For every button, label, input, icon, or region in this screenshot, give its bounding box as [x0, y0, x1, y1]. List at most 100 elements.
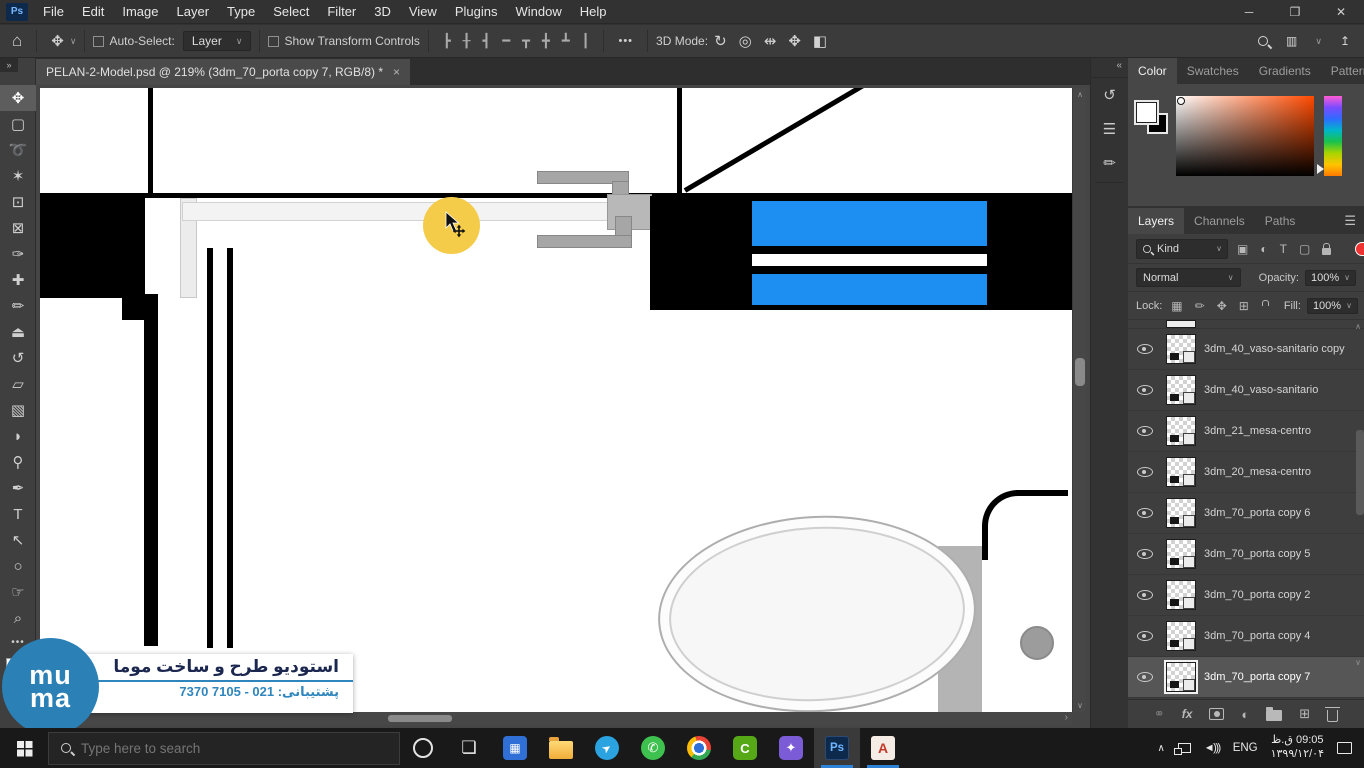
autocad-app-icon[interactable]: A [860, 728, 906, 768]
3d-mode-icon[interactable]: ↻ [708, 32, 733, 50]
scroll-up-icon[interactable]: ∧ [1355, 322, 1361, 331]
path-selection-tool[interactable]: ↖ [0, 527, 36, 553]
lock-option-icon[interactable]: ⊞ [1236, 299, 1252, 313]
blend-mode-dropdown[interactable]: Normal ∨ [1136, 268, 1241, 287]
hand-tool[interactable]: ☞ [0, 579, 36, 605]
layer-row[interactable]: 3dm_70_porta copy 4 [1128, 616, 1364, 657]
foreground-color-swatch[interactable] [1136, 102, 1157, 123]
menu-item[interactable]: Help [571, 0, 616, 24]
clock[interactable]: 09:05 ق.ظ ۱۳۹۹/۱۲/۰۴ [1271, 734, 1324, 762]
calculator-icon[interactable]: ▦ [492, 728, 538, 768]
restore-icon[interactable]: ❐ [1272, 0, 1318, 24]
lock-option-icon[interactable]: ✥ [1214, 299, 1230, 313]
volume-icon[interactable]: ◄))) [1204, 742, 1220, 754]
notification-center-icon[interactable] [1337, 742, 1352, 754]
panel-tab[interactable]: Color [1128, 58, 1177, 84]
search-input[interactable] [81, 741, 361, 756]
search-icon[interactable] [1258, 36, 1268, 46]
layer-row[interactable]: 3dm_70_porta copy 6 [1128, 493, 1364, 534]
scroll-down-icon[interactable]: ∨ [1355, 658, 1361, 667]
filter-lock-icon[interactable] [1322, 248, 1331, 255]
3d-mode-icon[interactable]: ⇹ [758, 32, 783, 50]
pen-tool[interactable]: ✒ [0, 475, 36, 501]
lock-option-icon[interactable]: ✏ [1192, 299, 1208, 313]
menu-item[interactable]: Layer [168, 0, 219, 24]
layer-thumbnail[interactable] [1166, 539, 1196, 569]
healing-brush-tool[interactable]: ✚ [0, 267, 36, 293]
panel-tab[interactable]: Gradients [1249, 58, 1321, 84]
network-icon[interactable] [1178, 743, 1191, 753]
whatsapp-icon[interactable]: ✆ [630, 728, 676, 768]
visibility-toggle[interactable] [1132, 426, 1158, 436]
align-icon[interactable]: ┫ [477, 33, 497, 49]
align-icon[interactable]: ━ [496, 33, 516, 49]
add-mask-icon[interactable] [1209, 708, 1224, 720]
vertical-scroll-thumb[interactable] [1075, 358, 1085, 386]
telegram-icon[interactable]: ➤ [584, 728, 630, 768]
align-icon[interactable]: ╋ [536, 33, 556, 49]
partial-layer-row[interactable]: ∧ [1128, 320, 1364, 329]
home-icon[interactable]: ⌂ [0, 31, 28, 51]
visibility-toggle[interactable] [1132, 508, 1158, 518]
align-icon[interactable]: ┳ [516, 33, 536, 49]
3d-mode-icon[interactable]: ◎ [733, 32, 758, 50]
frame-tool[interactable]: ⊠ [0, 215, 36, 241]
collapse-panels-icon[interactable]: « [1091, 58, 1128, 78]
layer-row[interactable]: 3dm_40_vaso-sanitario copy [1128, 329, 1364, 370]
visibility-toggle[interactable] [1132, 344, 1158, 354]
kind-filter-dropdown[interactable]: Kind ∨ [1136, 239, 1228, 259]
tab-close-icon[interactable]: × [393, 65, 400, 79]
layer-row[interactable]: 3dm_70_porta copy 2 [1128, 575, 1364, 616]
panel-menu-icon[interactable]: ☰ [1344, 213, 1364, 229]
camtasia-icon[interactable]: C [722, 728, 768, 768]
eraser-tool[interactable]: ▱ [0, 371, 36, 397]
new-layer-icon[interactable]: ⊞ [1299, 706, 1310, 722]
visibility-toggle[interactable] [1132, 385, 1158, 395]
move-tool[interactable]: ✥ [0, 85, 36, 111]
lock-option-icon[interactable]: ▦ [1168, 299, 1185, 313]
auto-select-checkbox[interactable] [93, 36, 104, 47]
tray-expand-icon[interactable]: ∧ [1157, 743, 1164, 754]
vertical-scrollbar[interactable]: ∧ ∨ [1072, 88, 1086, 712]
layer-thumbnail[interactable] [1166, 416, 1196, 446]
menu-item[interactable]: Edit [73, 0, 113, 24]
crop-tool[interactable]: ⊡ [0, 189, 36, 215]
taskbar-search[interactable] [48, 732, 400, 765]
layer-filter-toggle[interactable] [1355, 242, 1364, 256]
minimize-icon[interactable]: ─ [1226, 0, 1272, 24]
zoom-tool[interactable]: ⌕ [0, 605, 36, 631]
cortana-icon[interactable] [400, 728, 446, 768]
color-field[interactable] [1176, 96, 1314, 176]
canvas[interactable] [40, 88, 1072, 712]
start-button[interactable] [0, 728, 48, 768]
gradient-tool[interactable]: ▧ [0, 397, 36, 423]
file-explorer-icon[interactable] [538, 728, 584, 768]
layer-thumbnail[interactable] [1166, 375, 1196, 405]
more-options-icon[interactable]: ••• [612, 35, 639, 47]
delete-layer-icon[interactable] [1327, 710, 1338, 722]
panel-tab[interactable]: Layers [1128, 208, 1184, 234]
move-tool-preset-icon[interactable]: ✥ [45, 32, 70, 50]
recorder-app-icon[interactable]: ✦ [768, 728, 814, 768]
layer-filter-icon[interactable]: T [1277, 242, 1290, 256]
visibility-toggle[interactable] [1132, 549, 1158, 559]
brush-settings-panel-icon[interactable]: ☰ [1091, 112, 1128, 146]
menu-item[interactable]: 3D [365, 0, 400, 24]
task-view-icon[interactable]: ❏ [446, 728, 492, 768]
layer-row[interactable]: 3dm_40_vaso-sanitario [1128, 370, 1364, 411]
menu-item[interactable]: Filter [318, 0, 365, 24]
align-icon[interactable]: ┻ [556, 33, 576, 49]
new-group-icon[interactable] [1266, 710, 1282, 721]
3d-mode-icon[interactable]: ✥ [782, 32, 807, 50]
workspace-icon[interactable]: ▥ [1286, 34, 1297, 48]
brush-tool[interactable]: ✏ [0, 293, 36, 319]
share-icon[interactable]: ↥ [1340, 34, 1350, 48]
layer-thumbnail[interactable] [1166, 498, 1196, 528]
document-tab[interactable]: PELAN-2-Model.psd @ 219% (3dm_70_porta c… [36, 59, 410, 85]
history-brush-tool[interactable]: ↺ [0, 345, 36, 371]
layer-filter-icon[interactable]: ◐ [1257, 242, 1270, 256]
language-indicator[interactable]: ENG [1233, 742, 1258, 754]
brushes-panel-icon[interactable]: ✏ [1091, 146, 1128, 180]
layer-thumbnail[interactable] [1166, 334, 1196, 364]
show-transform-checkbox[interactable] [268, 36, 279, 47]
